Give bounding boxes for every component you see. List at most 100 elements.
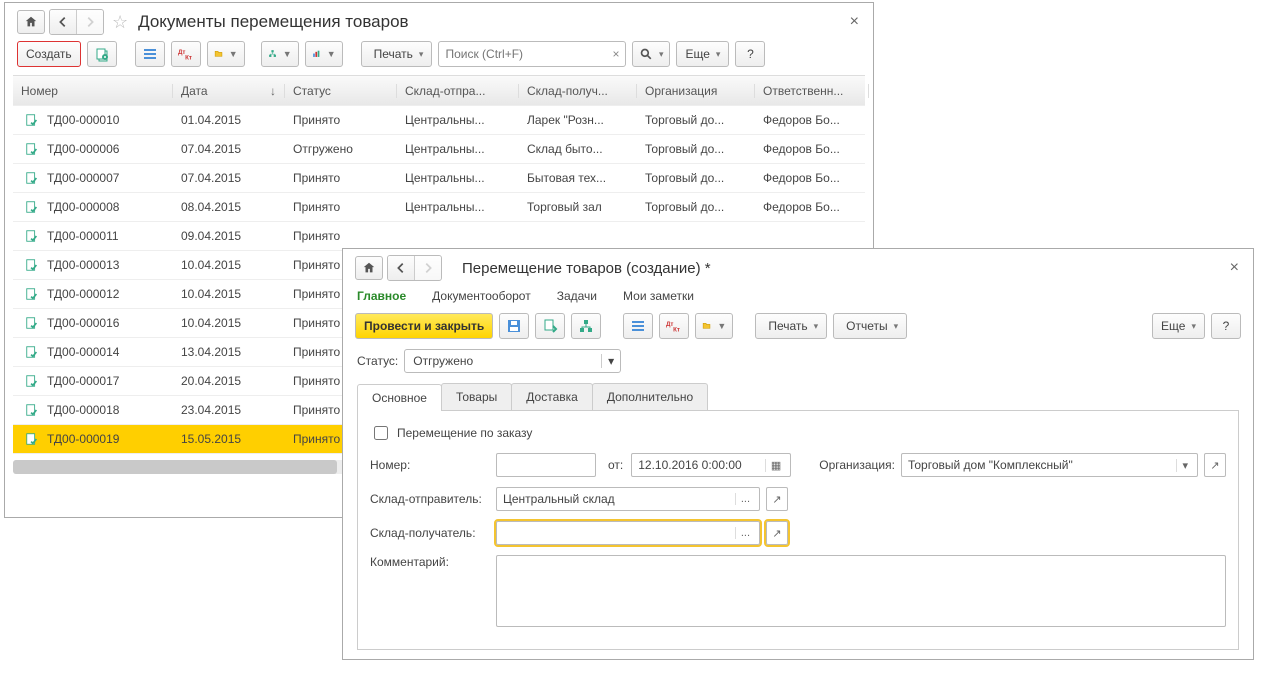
print-button[interactable]: Печать▾ <box>361 41 433 67</box>
chart-button[interactable]: ▼ <box>305 41 343 67</box>
col-date[interactable]: Дата↓ <box>173 84 285 98</box>
home-button[interactable] <box>17 10 45 34</box>
wh-from-label: Склад-отправитель: <box>370 492 490 506</box>
select-icon[interactable]: ... <box>735 493 755 505</box>
search-input[interactable] <box>439 47 606 61</box>
wh-to-value: Склад металла <box>501 526 620 540</box>
scrollbar-thumb[interactable] <box>13 460 337 474</box>
form-nav-tabs: Главное Документооборот Задачи Мои замет… <box>343 285 1253 311</box>
templates-button[interactable]: ▼ <box>207 41 245 67</box>
nav-tab-main[interactable]: Главное <box>357 289 406 303</box>
form-back-button[interactable] <box>388 256 415 280</box>
table-row[interactable]: ТД00-00001001.04.2015ПринятоЦентральны..… <box>13 106 865 135</box>
more-button[interactable]: Еще▾ <box>676 41 729 67</box>
nav-tab-tasks[interactable]: Задачи <box>557 289 597 303</box>
col-responsible[interactable]: Ответственн... <box>755 84 869 98</box>
table-row[interactable]: ТД00-00001109.04.2015Принято <box>13 222 865 251</box>
date-input[interactable]: 12.10.2016 0:00:00 ▦ <box>631 453 791 477</box>
col-org[interactable]: Организация <box>637 84 755 98</box>
table-row[interactable]: ТД00-00000707.04.2015ПринятоЦентральны..… <box>13 164 865 193</box>
org-input[interactable]: Торговый дом "Комплексный" ▾ <box>901 453 1198 477</box>
form-dtkt-button[interactable]: ДтКт <box>659 313 689 339</box>
sub-tabs: Основное Товары Доставка Дополнительно <box>357 383 1239 411</box>
sub-tab-delivery[interactable]: Доставка <box>511 383 593 410</box>
search-button[interactable]: ▾ <box>632 41 670 67</box>
cell-date: 07.04.2015 <box>173 171 285 185</box>
table-row[interactable]: ТД00-00000808.04.2015ПринятоЦентральны..… <box>13 193 865 222</box>
wh-to-input[interactable]: Склад металла ... <box>496 521 760 545</box>
form-help-button[interactable]: ? <box>1211 313 1241 339</box>
table-row[interactable]: ТД00-00000607.04.2015ОтгруженоЦентральны… <box>13 135 865 164</box>
org-open-button[interactable]: ↗ <box>1204 453 1226 477</box>
calendar-icon[interactable]: ▦ <box>765 459 786 472</box>
document-icon <box>25 316 39 330</box>
list-view-button[interactable] <box>135 41 165 67</box>
sub-tab-main[interactable]: Основное <box>357 384 442 411</box>
copy-button[interactable] <box>87 41 117 67</box>
status-select[interactable]: Отгружено ▾ <box>404 349 621 373</box>
cell-responsible: Федоров Бо... <box>755 113 869 127</box>
search-clear-button[interactable]: × <box>606 47 625 61</box>
by-order-label: Перемещение по заказу <box>397 426 532 440</box>
form-templates-button[interactable]: ▼ <box>695 313 733 339</box>
cell-date: 10.04.2015 <box>173 258 285 272</box>
form-print-label: Печать <box>768 319 807 333</box>
favorite-star-icon[interactable]: ☆ <box>112 12 128 33</box>
help-button[interactable]: ? <box>735 41 765 67</box>
col-status[interactable]: Статус <box>285 84 397 98</box>
by-order-checkbox[interactable] <box>374 426 388 440</box>
cell-number: ТД00-000010 <box>13 113 173 127</box>
post-button[interactable] <box>535 313 565 339</box>
dtkt-icon: ДтКт <box>666 320 682 332</box>
wh-from-input[interactable]: Центральный склад ... <box>496 487 760 511</box>
post-and-close-button[interactable]: Провести и закрыть <box>355 313 493 339</box>
close-button[interactable]: × <box>846 13 863 31</box>
structure-button[interactable]: ▼ <box>261 41 299 67</box>
home-icon <box>362 261 376 275</box>
sub-tab-additional[interactable]: Дополнительно <box>592 383 708 410</box>
cell-date: 09.04.2015 <box>173 229 285 243</box>
col-number[interactable]: Номер <box>13 84 173 98</box>
arrow-left-icon <box>394 261 408 275</box>
save-button[interactable] <box>499 313 529 339</box>
status-label: Статус: <box>357 354 398 368</box>
cell-status: Принято <box>285 229 397 243</box>
cell-status: Принято <box>285 200 397 214</box>
col-wh-from[interactable]: Склад-отпра... <box>397 84 519 98</box>
form-structure-button[interactable] <box>571 313 601 339</box>
cell-number: ТД00-000012 <box>13 287 173 301</box>
cell-date: 15.05.2015 <box>173 432 285 446</box>
search-box[interactable]: × <box>438 41 626 67</box>
cell-date: 23.04.2015 <box>173 403 285 417</box>
form-close-button[interactable]: × <box>1226 259 1243 277</box>
cell-responsible: Федоров Бо... <box>755 142 869 156</box>
dropdown-icon[interactable]: ▾ <box>601 354 620 368</box>
by-order-row: Перемещение по заказу <box>370 423 1226 443</box>
list-view-icon <box>142 46 158 62</box>
form-more-button[interactable]: Еще▾ <box>1152 313 1205 339</box>
dtkt-button[interactable]: ДтКт <box>171 41 201 67</box>
cell-wh-from: Центральны... <box>397 200 519 214</box>
form-list-button[interactable] <box>623 313 653 339</box>
list-view-icon <box>630 318 646 334</box>
form-home-button[interactable] <box>355 256 383 280</box>
nav-tab-edoc[interactable]: Документооборот <box>432 289 531 303</box>
grid-header: Номер Дата↓ Статус Склад-отпра... Склад-… <box>13 76 865 106</box>
select-icon[interactable]: ... <box>735 527 755 539</box>
comment-input[interactable] <box>496 555 1226 627</box>
wh-to-open-button[interactable]: ↗ <box>766 521 788 545</box>
col-wh-to[interactable]: Склад-получ... <box>519 84 637 98</box>
back-button[interactable] <box>50 10 77 34</box>
cell-number: ТД00-000019 <box>13 432 173 446</box>
nav-tab-notes[interactable]: Мои заметки <box>623 289 694 303</box>
cell-wh-from: Центральны... <box>397 171 519 185</box>
cell-date: 07.04.2015 <box>173 142 285 156</box>
cell-date: 08.04.2015 <box>173 200 285 214</box>
select-icon[interactable]: ▾ <box>1176 459 1193 472</box>
wh-from-open-button[interactable]: ↗ <box>766 487 788 511</box>
form-print-button[interactable]: Печать▾ <box>755 313 827 339</box>
reports-button[interactable]: Отчеты▾ <box>833 313 907 339</box>
create-button[interactable]: Создать <box>17 41 81 67</box>
sub-tab-goods[interactable]: Товары <box>441 383 512 410</box>
number-input[interactable] <box>496 453 596 477</box>
